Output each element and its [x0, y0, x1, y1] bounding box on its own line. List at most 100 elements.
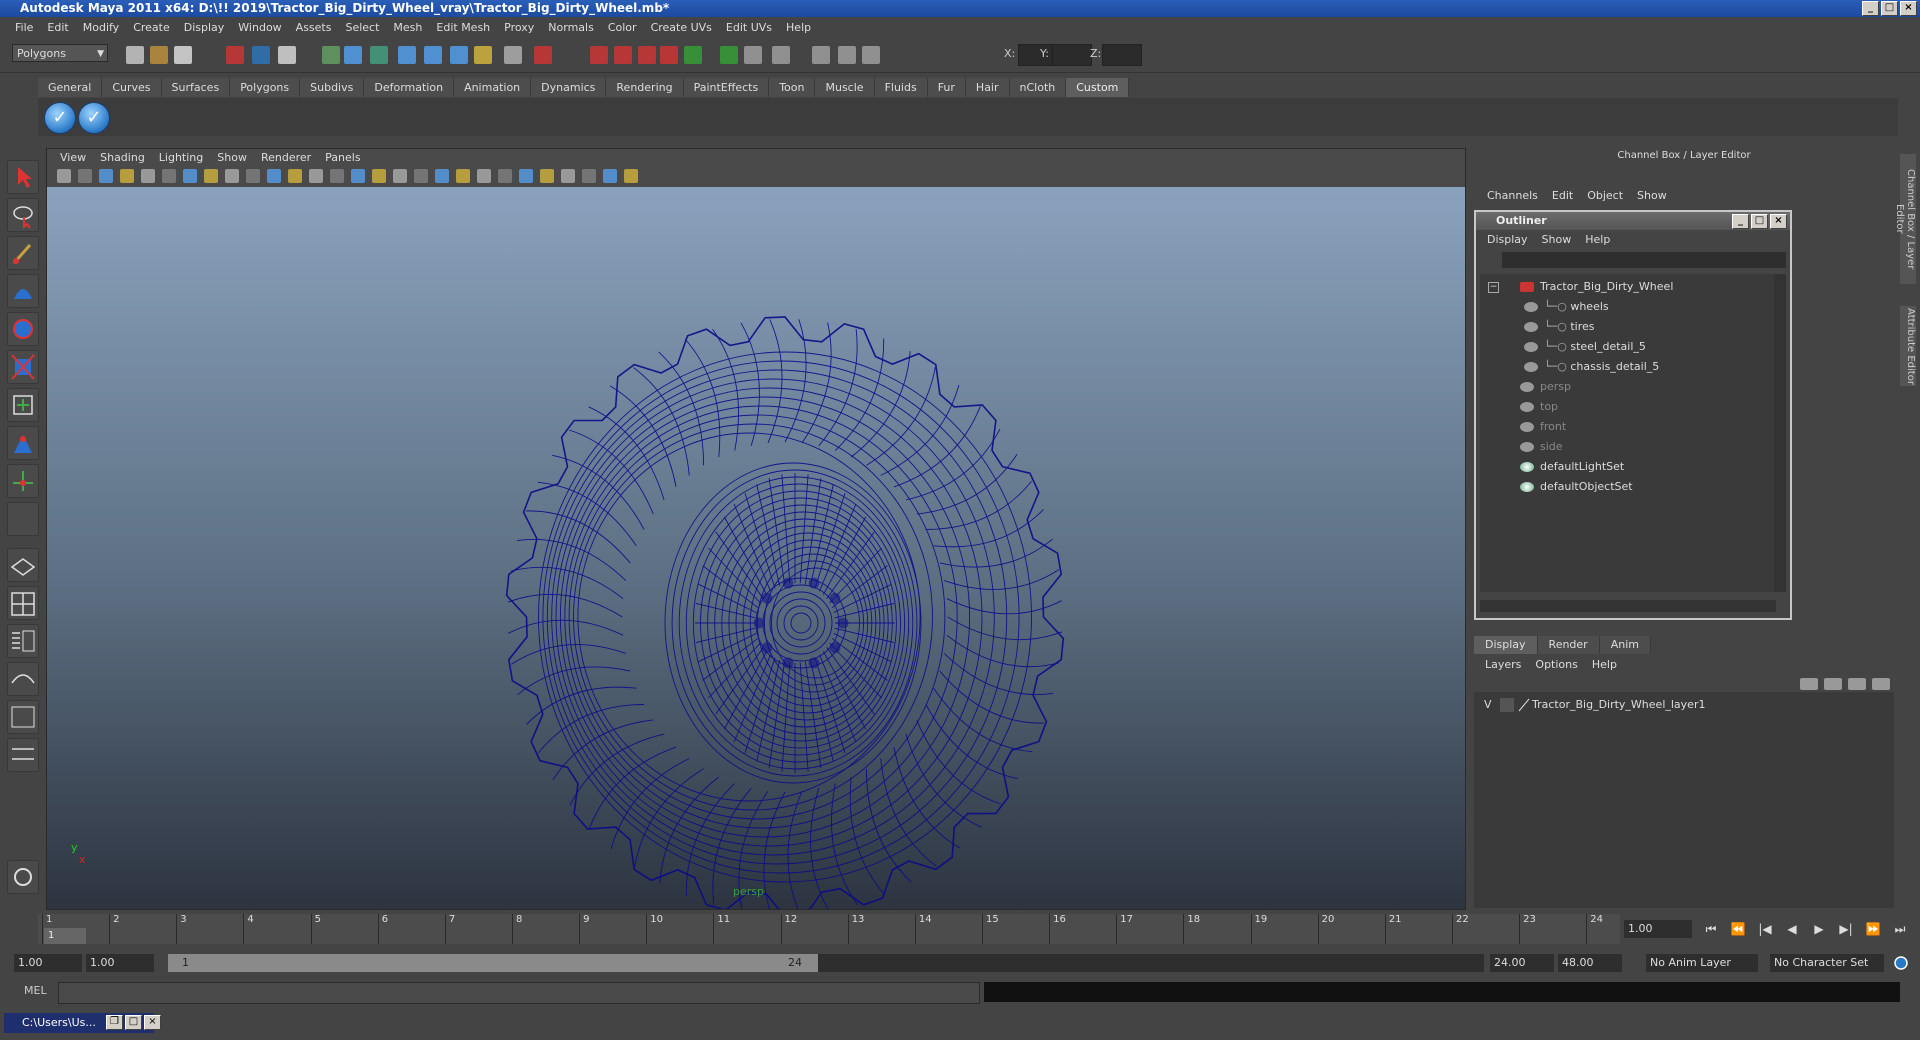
viewport-toolbar-icon[interactable] — [624, 169, 638, 183]
viewport-toolbar-icon[interactable] — [246, 169, 260, 183]
toolbar-button-icon[interactable] — [744, 46, 762, 64]
mel-label[interactable]: MEL — [24, 984, 47, 997]
go-to-end-icon[interactable]: ⏭ — [1889, 920, 1911, 938]
outliner-item[interactable]: top — [1520, 398, 1558, 416]
menu-window[interactable]: Window — [231, 18, 288, 38]
viewport-menu-show[interactable]: Show — [210, 149, 254, 167]
toolbar-button-icon[interactable] — [684, 46, 702, 64]
menu-file[interactable]: File — [8, 18, 40, 38]
shelf-tab-polygons[interactable]: Polygons — [230, 78, 301, 97]
toolbar-button-icon[interactable] — [838, 46, 856, 64]
toolbar-button-icon[interactable] — [772, 46, 790, 64]
single-perspective-layout-icon[interactable] — [7, 548, 39, 582]
viewport-menu-shading[interactable]: Shading — [93, 149, 152, 167]
outliner-menu-display[interactable]: Display — [1480, 231, 1535, 249]
outliner-layout-icon[interactable] — [7, 624, 39, 658]
z-field[interactable] — [1102, 44, 1142, 66]
menu-create-uvs[interactable]: Create UVs — [644, 18, 719, 38]
viewport-toolbar-icon[interactable] — [372, 169, 386, 183]
scale-tool-icon[interactable] — [7, 350, 39, 384]
channel-box-menu-channels[interactable]: Channels — [1480, 188, 1545, 204]
viewport-menu-lighting[interactable]: Lighting — [152, 149, 210, 167]
shelf-tab-general[interactable]: General — [38, 78, 103, 97]
toolbar-button-icon[interactable] — [534, 46, 552, 64]
menu-mesh[interactable]: Mesh — [386, 18, 429, 38]
layer-tab-anim[interactable]: Anim — [1599, 636, 1651, 654]
toolbar-button-icon[interactable] — [150, 46, 168, 64]
new-layer-icon[interactable] — [1800, 678, 1818, 690]
viewport-toolbar-icon[interactable] — [309, 169, 323, 183]
viewport-toolbar-icon[interactable] — [141, 169, 155, 183]
viewport-menu-renderer[interactable]: Renderer — [254, 149, 318, 167]
outliner-item[interactable]: front — [1520, 418, 1566, 436]
show-manipulator-icon[interactable] — [7, 464, 39, 498]
viewport-scene[interactable]: y x persp — [47, 187, 1465, 909]
layer-menu-layers[interactable]: Layers — [1478, 656, 1528, 674]
shelf-tab-surfaces[interactable]: Surfaces — [161, 78, 231, 97]
maximize-button[interactable]: □ — [1881, 1, 1898, 16]
graph-editor-layout-icon[interactable] — [7, 662, 39, 696]
shelf-tab-hair[interactable]: Hair — [965, 78, 1010, 97]
mel-input[interactable] — [58, 982, 980, 1004]
toolbar-button-icon[interactable] — [450, 46, 468, 64]
toolbar-button-icon[interactable] — [504, 46, 522, 64]
shelf-tab-animation[interactable]: Animation — [454, 78, 532, 97]
toolbar-button-icon[interactable] — [812, 46, 830, 64]
shelf-tab-painteffects[interactable]: PaintEffects — [683, 78, 770, 97]
y-field[interactable] — [1052, 44, 1092, 66]
viewport-toolbar-icon[interactable] — [162, 169, 176, 183]
menu-set-dropdown[interactable]: Polygons ▼ — [12, 44, 108, 62]
viewport-toolbar-icon[interactable] — [477, 169, 491, 183]
viewport-toolbar-icon[interactable] — [456, 169, 470, 183]
outliner-menu-help[interactable]: Help — [1578, 231, 1617, 249]
toolbar-button-icon[interactable] — [398, 46, 416, 64]
preferences-icon[interactable] — [1890, 954, 1912, 972]
layer-visibility-toggle[interactable]: V — [1484, 696, 1492, 714]
viewport-menu-panels[interactable]: Panels — [318, 149, 367, 167]
viewport-toolbar-icon[interactable] — [519, 169, 533, 183]
viewport-toolbar-icon[interactable] — [330, 169, 344, 183]
layer-type-toggle[interactable] — [1500, 698, 1514, 712]
animation-start-field[interactable]: 1.00 — [14, 954, 82, 972]
shelf-tab-rendering[interactable]: Rendering — [606, 78, 684, 97]
select-tool-icon[interactable] — [7, 160, 39, 194]
viewport-toolbar-icon[interactable] — [78, 169, 92, 183]
viewport-toolbar-icon[interactable] — [267, 169, 281, 183]
toolbar-button-icon[interactable] — [614, 46, 632, 64]
layer-menu-options[interactable]: Options — [1528, 656, 1584, 674]
shelf-tab-muscle[interactable]: Muscle — [815, 78, 875, 97]
play-forward-icon[interactable]: ▶ — [1808, 920, 1830, 938]
layer-color-icon[interactable] — [1518, 698, 1530, 712]
move-layer-down-icon[interactable] — [1872, 678, 1890, 690]
hypershade-layout-icon[interactable] — [7, 700, 39, 734]
layer-name[interactable]: Tractor_Big_Dirty_Wheel_layer1 — [1532, 696, 1705, 714]
outliner-item[interactable]: └─○ wheels — [1524, 298, 1609, 316]
collapse-toggle-icon[interactable]: − — [1488, 282, 1499, 293]
viewport-toolbar-icon[interactable] — [57, 169, 71, 183]
toolbar-button-icon[interactable] — [174, 46, 192, 64]
playback-start-field[interactable]: 1.00 — [86, 954, 154, 972]
menu-edit-uvs[interactable]: Edit UVs — [719, 18, 779, 38]
viewport-toolbar-icon[interactable] — [288, 169, 302, 183]
viewport-toolbar-icon[interactable] — [99, 169, 113, 183]
soft-mod-icon[interactable] — [7, 426, 39, 460]
viewport-toolbar-icon[interactable] — [351, 169, 365, 183]
viewport-toolbar-icon[interactable] — [435, 169, 449, 183]
play-backward-icon[interactable]: ◀ — [1781, 920, 1803, 938]
toolbar-button-icon[interactable] — [344, 46, 362, 64]
viewport-toolbar-icon[interactable] — [603, 169, 617, 183]
move-tool-icon[interactable] — [7, 274, 39, 308]
outliner-item[interactable]: └─○ steel_detail_5 — [1524, 338, 1646, 356]
viewport-toolbar-icon[interactable] — [120, 169, 134, 183]
task-close-button[interactable]: × — [144, 1015, 161, 1030]
last-tool-icon[interactable] — [7, 502, 39, 536]
outliner-item[interactable]: defaultObjectSet — [1520, 478, 1633, 496]
range-slider-thumb[interactable] — [168, 954, 818, 972]
persp-graph-layout-icon[interactable] — [7, 738, 39, 772]
toolbar-button-icon[interactable] — [720, 46, 738, 64]
outliner-vertical-scrollbar[interactable] — [1774, 274, 1786, 592]
minimize-button[interactable]: _ — [1862, 1, 1879, 16]
anim-layer-dropdown[interactable]: No Anim Layer — [1646, 954, 1758, 972]
task-restore-button[interactable]: ❐ — [106, 1015, 123, 1030]
menu-assets[interactable]: Assets — [289, 18, 339, 38]
